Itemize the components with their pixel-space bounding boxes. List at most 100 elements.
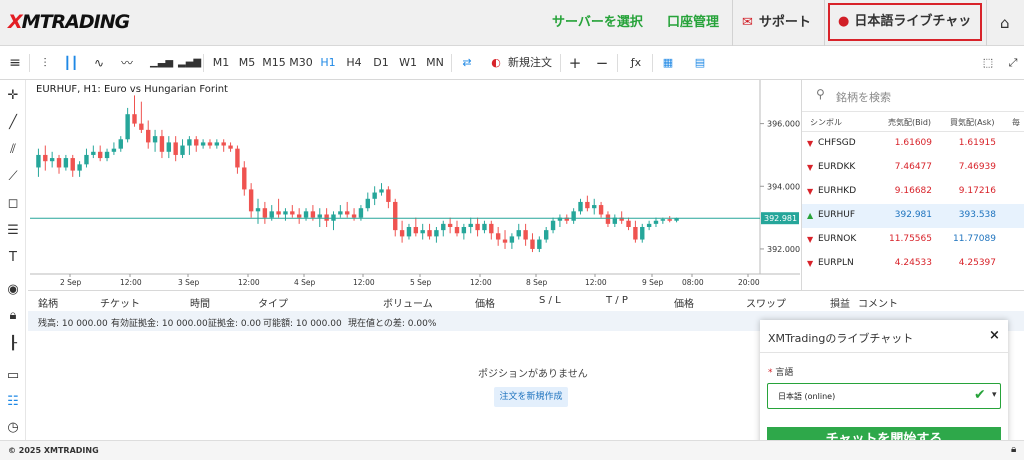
select-server-link[interactable]: サーバーを選択 [552,0,643,46]
candle-body [317,214,322,218]
menu-icon[interactable]: ≡ [6,46,24,80]
area-chart-icon[interactable]: 〰 [118,46,136,80]
crosshair-icon[interactable]: ✛ [3,86,23,106]
current-price-label: 392.981 [764,214,797,223]
watchlist-row-eurnok[interactable]: ▼ EURNOK 11.75565 11.77089 [802,228,1024,252]
candle-body [235,148,240,168]
zoom-in-icon[interactable]: + [567,46,583,80]
text-tool-icon[interactable]: T [3,248,23,268]
candle-body [516,230,521,237]
symbol-search[interactable]: ⚲ 銘柄を検索 [802,80,1024,112]
list-icon[interactable]: ☷ [3,392,23,412]
candle-body [523,230,528,240]
candle-body [475,223,480,231]
timeframe-m1[interactable]: M1 [210,46,232,80]
line-chart-icon[interactable]: ∿ [90,46,108,80]
tick-volume-icon[interactable]: ▂▄▆ [178,46,201,80]
rectangle-icon[interactable]: ◻ [3,194,23,214]
timeframe-m15[interactable]: M15 [262,46,286,80]
eye-icon[interactable]: ◉ [3,280,23,300]
candle-body [351,214,357,218]
close-icon[interactable]: × [989,328,1000,343]
tree-icon[interactable]: ┠ [3,334,23,354]
japanese-live-chat-button[interactable]: ●日本語ライブチャット [828,3,982,63]
timeframe-w1[interactable]: W1 [398,46,418,80]
trade-panel-icon[interactable]: ▭ [3,366,23,386]
new-order-label[interactable]: 新規注文 [508,46,552,80]
x-tick-label: 20:00 [738,278,760,287]
equity: 有効証拠金: 10 000.00 [111,319,208,329]
watchlist-row-eurdkk[interactable]: ▼ EURDKK 7.46477 7.46939 [802,156,1024,180]
watchlist-row-eurhkd[interactable]: ▼ EURHKD 9.16682 9.17216 [802,180,1024,204]
x-tick-label: 5 Sep [410,278,432,287]
candle-body [187,139,192,146]
timeframe-h1[interactable]: H1 [318,46,338,80]
live-chat-widget: XMTradingのライブチャット × * 言語 日本語 (online) ✔ … [760,320,1008,460]
candle-body [571,211,576,221]
one-click-trading-icon[interactable]: ⇄ [458,46,476,80]
news-icon[interactable]: ▤ [691,46,709,80]
support-link[interactable]: ✉ サポート [742,0,824,46]
history-icon[interactable]: ◷ [3,418,23,438]
path-icon[interactable]: ⟋ [3,167,23,187]
home-icon[interactable]: ⌂ [1000,14,1010,32]
timeframe-m5[interactable]: M5 [236,46,258,80]
candle-body [248,189,254,212]
timeframe-m30[interactable]: M30 [289,46,313,80]
candle-body [640,227,645,240]
timeframe-mn[interactable]: MN [424,46,446,80]
col-profit: 損益 [830,299,850,310]
watchlist-row-eurpln[interactable]: ▼ EURPLN 4.24533 4.25397 [802,252,1024,276]
toolbar-divider [29,54,30,72]
indicators-icon[interactable]: ƒx [626,46,646,80]
calendar-icon[interactable]: ▦ [659,46,677,80]
candle-body [242,167,247,190]
candle-body [255,208,261,212]
fibonacci-icon[interactable]: ☰ [3,221,23,241]
fullscreen-icon[interactable]: ⤢ [1004,46,1022,80]
trendline-icon[interactable]: ╱ [3,113,23,133]
timeframe-d1[interactable]: D1 [371,46,391,80]
bar-chart-icon[interactable]: ⫶ [36,46,54,80]
candle-body [63,158,69,168]
bid-price: 1.61609 [894,138,932,148]
candle-body [296,214,302,218]
create-order-button[interactable]: 注文を新規作成 [494,387,568,407]
volume-icon[interactable]: ▁▃▅ [150,46,173,80]
x-tick-label: 2 Sep [60,278,82,287]
down-arrow-icon: ▼ [807,139,814,148]
xmtrading-logo[interactable]: XMTRADING [8,11,130,33]
col-symbol: 銘柄 [38,299,58,310]
watchlist-row-eurhuf[interactable]: ▲ EURHUF 392.981 393.538 [802,204,1024,228]
y-tick-label: 392.000 [767,245,800,254]
symbol-name: EURDKK [818,162,856,172]
candle-body [413,227,419,234]
search-icon: ⚲ [816,87,825,101]
col-type: タイプ [258,299,288,310]
watchlist-row-chfsgd[interactable]: ▼ CHFSGD 1.61609 1.61915 [802,132,1024,156]
candle-body [338,211,343,215]
candle-body [427,230,432,237]
new-order-icon[interactable]: ◐ [488,46,504,80]
candle-body [104,151,110,159]
x-tick-label: 8 Sep [526,278,548,287]
language-select[interactable]: 日本語 (online) ✔ ▾ [767,383,1001,409]
ask-price: 7.46939 [958,162,996,172]
channel-icon[interactable]: ⫽ [3,140,23,160]
candle-body [626,220,631,227]
candle-body [502,239,508,243]
speech-bubble-icon: ● [838,14,850,29]
price-chart[interactable]: 396.000 394.000 392.000 392.981 2 Sep 12:00 3 … [30,80,800,290]
lock-drawing-icon[interactable]: 🔒︎ [3,306,23,326]
ask-price: 393.538 [958,210,996,220]
account-management-link[interactable]: 口座管理 [667,0,719,46]
screenshot-icon[interactable]: ⬚ [978,46,998,80]
candle-body [159,136,165,152]
candlestick-chart-icon[interactable]: ┃┃ [62,46,80,80]
timeframe-h4[interactable]: H4 [344,46,364,80]
free-margin: 可能額: 10 000.00 [263,319,342,329]
toolbar-divider [203,54,204,72]
toolbar-divider [451,54,452,72]
zoom-out-icon[interactable]: − [594,46,610,80]
x-tick-label: 9 Sep [642,278,664,287]
